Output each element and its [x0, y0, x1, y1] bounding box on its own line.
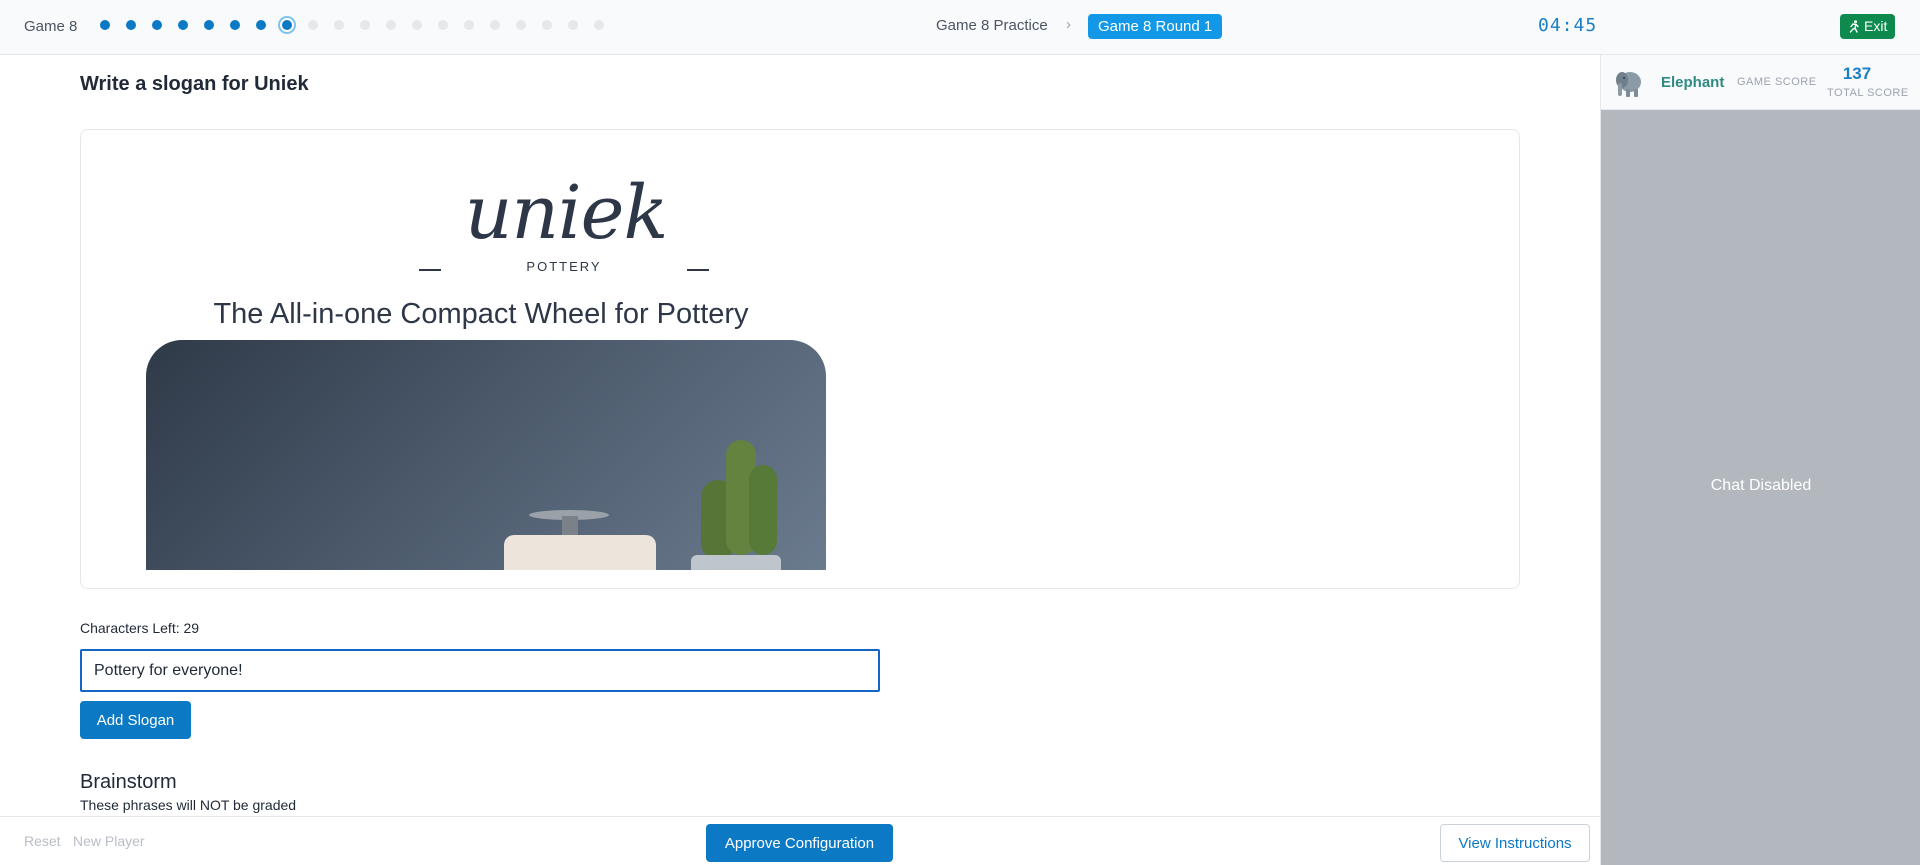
progress-dot	[334, 20, 344, 30]
breadcrumb-parent[interactable]: Game 8 Practice	[936, 17, 1048, 34]
progress-dot	[568, 20, 578, 30]
progress-dot	[594, 20, 604, 30]
progress-dot	[178, 20, 188, 30]
pottery-wheel	[504, 535, 656, 570]
divider	[687, 269, 709, 271]
cactus-pot	[691, 555, 781, 570]
chat-status: Chat Disabled	[1710, 477, 1812, 494]
total-score-value: 137	[1842, 64, 1872, 83]
brand-logo: uniek	[464, 170, 669, 256]
progress-dot	[282, 20, 292, 30]
brand-logo-subtitle: POTTERY	[419, 259, 709, 279]
breadcrumb-current[interactable]: Game 8 Round 1	[1088, 14, 1223, 39]
cactus-plant	[749, 465, 777, 555]
brainstorm-subtitle: These phrases will NOT be graded	[80, 797, 297, 813]
progress-dot	[230, 20, 240, 30]
game-score-label: GAME SCORE	[1737, 76, 1817, 88]
exit-button[interactable]: Exit	[1840, 14, 1896, 39]
progress-dot	[126, 20, 136, 30]
main-content: Write a slogan for Uniek uniek POTTERY T…	[0, 55, 1600, 817]
elephant-icon	[1616, 72, 1641, 97]
product-tagline: The All-in-one Compact Wheel for Pottery	[213, 298, 749, 330]
player-name: Elephant	[1661, 74, 1725, 91]
running-person-icon	[1849, 20, 1859, 33]
progress-dot	[464, 20, 474, 30]
progress-dot	[152, 20, 162, 30]
progress-dot	[360, 20, 370, 30]
chevron-right-icon: ›	[1066, 16, 1071, 33]
brainstorm-heading: Brainstorm	[80, 771, 177, 793]
total-score-label: TOTAL SCORE	[1827, 87, 1909, 99]
top-bar: Game 8 Game 8 Practice › Game 8 Round 1 …	[0, 0, 1920, 55]
exit-label: Exit	[1864, 18, 1888, 34]
brand-logo-subtitle-text: POTTERY	[526, 259, 602, 274]
view-instructions-button[interactable]: View Instructions	[1440, 824, 1590, 862]
approve-configuration-button[interactable]: Approve Configuration	[706, 824, 893, 862]
product-photo	[146, 340, 826, 570]
progress-dot	[204, 20, 214, 30]
progress-dot	[490, 20, 500, 30]
progress-dot	[386, 20, 396, 30]
chat-panel: Elephant GAME SCORE 137 TOTAL SCORE Chat…	[1600, 55, 1920, 865]
progress-dot	[438, 20, 448, 30]
reset-link[interactable]: Reset	[24, 833, 61, 849]
progress-dot	[412, 20, 422, 30]
progress-dot	[256, 20, 266, 30]
product-preview: uniek POTTERY The All-in-one Compact Whe…	[80, 129, 1520, 589]
characters-left: Characters Left: 29	[80, 620, 200, 636]
progress-dots	[100, 20, 620, 30]
page-title: Write a slogan for Uniek	[80, 73, 309, 95]
countdown-timer: 04:45	[1538, 15, 1598, 36]
progress-dot	[308, 20, 318, 30]
progress-dot	[516, 20, 526, 30]
player-header: Elephant GAME SCORE 137 TOTAL SCORE	[1601, 55, 1920, 110]
new-player-link[interactable]: New Player	[73, 833, 145, 849]
wheel-stem	[562, 516, 578, 536]
game-label: Game 8	[24, 18, 78, 35]
slogan-input[interactable]	[80, 649, 880, 692]
bottom-bar: Reset New Player Approve Configuration V…	[0, 816, 1600, 865]
progress-dot	[100, 20, 110, 30]
progress-dot	[542, 20, 552, 30]
add-slogan-button[interactable]: Add Slogan	[80, 701, 191, 739]
